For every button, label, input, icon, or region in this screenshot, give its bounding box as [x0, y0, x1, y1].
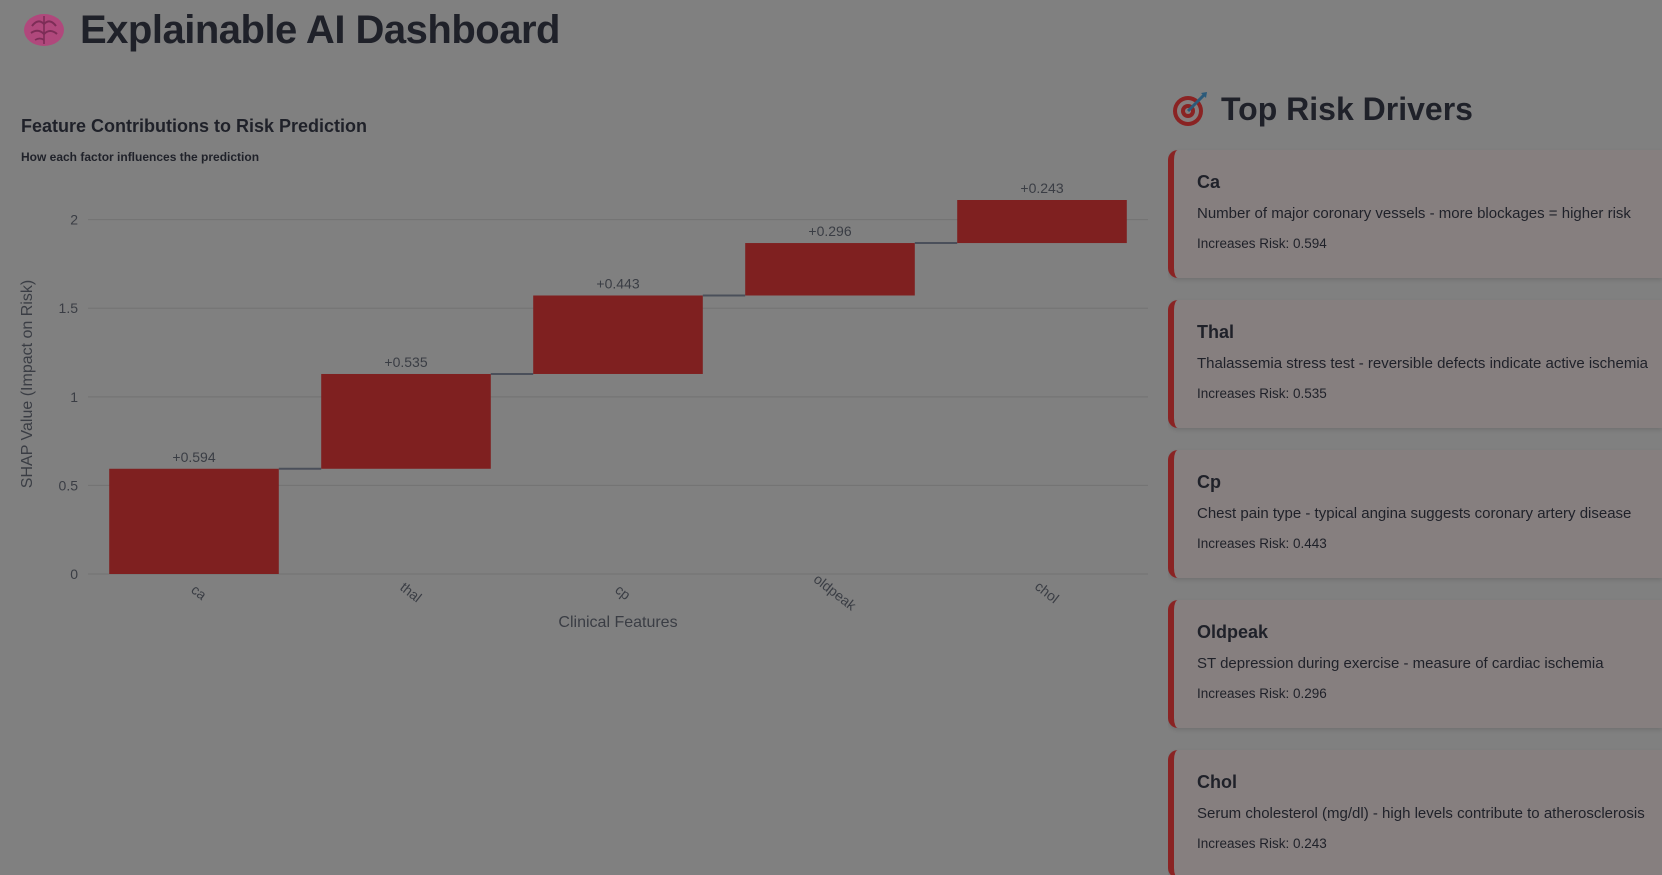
data-label: +0.296 — [808, 223, 851, 239]
x-tick-label: ca — [188, 581, 210, 603]
waterfall-chart-svg: 0 0.5 1 1.5 2 +0.594 ca +0.535 thal +0.443 cp +0.29… — [19, 180, 1148, 631]
data-label: +0.443 — [596, 275, 639, 291]
driver-description: Thalassemia stress test - reversible def… — [1197, 355, 1649, 372]
waterfall-bar — [109, 468, 279, 574]
driver-impact: Increases Risk: 0.443 — [1197, 536, 1327, 551]
driver-impact: Increases Risk: 0.243 — [1197, 836, 1327, 851]
driver-name: Ca — [1197, 172, 1221, 192]
driver-impact: Increases Risk: 0.594 — [1197, 236, 1327, 251]
driver-impact: Increases Risk: 0.296 — [1197, 686, 1327, 701]
driver-card: Ca Number of major coronary vessels - mo… — [1168, 150, 1662, 278]
page-header: Explainable AI Dashboard — [22, 2, 560, 58]
x-tick-label: thal — [397, 579, 425, 606]
driver-card: Chol Serum cholesterol (mg/dl) - high le… — [1168, 750, 1662, 875]
waterfall-chart: 0 0.5 1 1.5 2 +0.594 ca +0.535 thal +0.443 cp +0.29… — [0, 100, 1160, 700]
brain-icon — [24, 14, 64, 46]
chart-title: Feature Contributions to Risk Prediction — [21, 116, 368, 136]
y-tick-label: 0.5 — [59, 477, 79, 493]
target-icon — [1173, 92, 1207, 126]
waterfall-bar — [533, 295, 703, 374]
y-tick-label: 0 — [70, 566, 78, 582]
y-tick-label: 1 — [70, 389, 78, 405]
panel-title: Top Risk Drivers — [1221, 90, 1473, 127]
y-tick-label: 1.5 — [59, 300, 79, 316]
driver-description: Number of major coronary vessels - more … — [1197, 205, 1631, 222]
x-tick-label: oldpeak — [811, 571, 860, 614]
y-tick-label: 2 — [70, 212, 78, 228]
data-label: +0.594 — [172, 449, 215, 465]
driver-card: Thal Thalassemia stress test - reversibl… — [1168, 300, 1662, 428]
driver-description: Chest pain type - typical angina suggest… — [1197, 505, 1632, 522]
driver-description: Serum cholesterol (mg/dl) - high levels … — [1197, 805, 1645, 822]
x-tick-label: cp — [612, 581, 634, 603]
chart-subtitle: How each factor influences the predictio… — [21, 150, 260, 164]
driver-name: Chol — [1197, 772, 1237, 792]
panel-header: Top Risk Drivers — [1171, 86, 1473, 132]
waterfall-bar — [745, 243, 915, 296]
driver-name: Thal — [1197, 322, 1235, 342]
risk-drivers-panel: Top Risk Drivers Ca Number of major coro… — [1168, 86, 1662, 875]
driver-name: Oldpeak — [1197, 622, 1269, 642]
x-tick-label: chol — [1032, 578, 1062, 606]
driver-description: ST depression during exercise - measure … — [1197, 655, 1604, 672]
x-axis-title: Clinical Features — [558, 614, 677, 631]
driver-card: Oldpeak ST depression during exercise - … — [1168, 600, 1662, 728]
data-label: +0.535 — [384, 354, 427, 370]
waterfall-bar — [321, 373, 491, 469]
driver-card: Cp Chest pain type - typical angina sugg… — [1168, 450, 1662, 578]
data-label: +0.243 — [1020, 180, 1063, 196]
waterfall-bar — [957, 200, 1127, 244]
driver-name: Cp — [1197, 472, 1221, 492]
driver-impact: Increases Risk: 0.535 — [1197, 386, 1327, 401]
y-axis-title: SHAP Value (Impact on Risk) — [19, 280, 36, 488]
page-title: Explainable AI Dashboard — [80, 7, 560, 52]
